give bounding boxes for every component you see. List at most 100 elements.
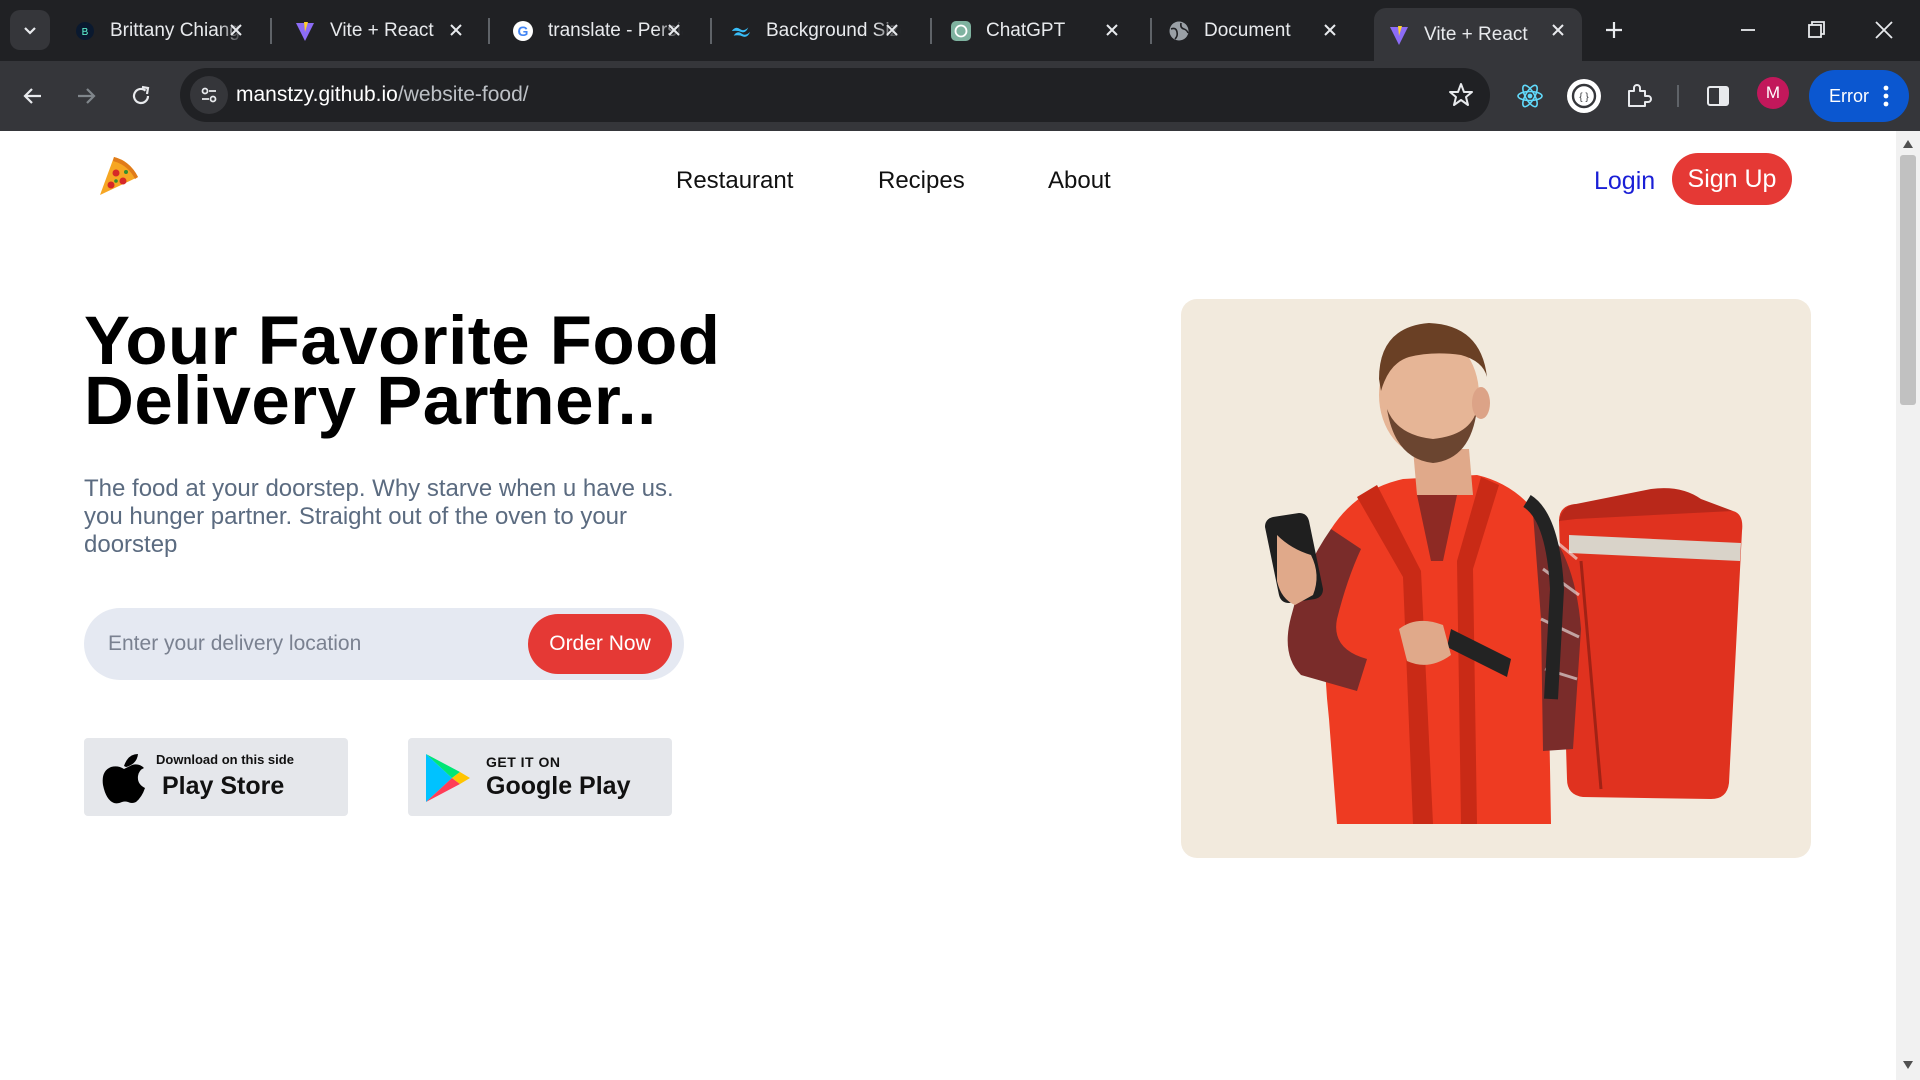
tab-5[interactable]: ChatGPT bbox=[936, 8, 1136, 54]
new-tab-plus-icon[interactable] bbox=[1598, 14, 1630, 46]
apple-store-caption: Download on this side bbox=[156, 752, 294, 767]
subtext-line-1: The food at your doorstep. Why starve wh… bbox=[84, 475, 674, 502]
hero-headline: Your Favorite Food Delivery Partner.. bbox=[84, 306, 844, 435]
reload-button[interactable] bbox=[121, 76, 161, 116]
forward-button[interactable] bbox=[66, 76, 106, 116]
restore-icon[interactable] bbox=[1800, 14, 1832, 46]
svg-text:B: B bbox=[82, 27, 89, 38]
side-panel-button[interactable] bbox=[1700, 78, 1736, 114]
window-close-icon[interactable] bbox=[1868, 14, 1900, 46]
tab-2-label: Vite + React bbox=[330, 20, 434, 41]
page-viewport: Restaurant Recipes About Login Sign Up Y… bbox=[0, 131, 1920, 1080]
apple-store-title: Play Store bbox=[162, 772, 285, 800]
tab-3-label: translate - Persian bbox=[548, 20, 683, 41]
scroll-up-arrow-icon[interactable] bbox=[1902, 139, 1914, 149]
nav-link-about[interactable]: About bbox=[1048, 167, 1111, 195]
forward-arrow-icon bbox=[78, 88, 96, 104]
tab-7-label: Vite + React bbox=[1424, 23, 1528, 45]
minimize-icon[interactable] bbox=[1732, 14, 1764, 46]
bookmark-star-icon[interactable] bbox=[1446, 80, 1476, 110]
headline-line-2: Delivery Partner.. bbox=[84, 362, 657, 439]
extension-circle[interactable]: { } bbox=[1566, 78, 1602, 114]
url-path: /website-food/ bbox=[397, 83, 529, 106]
extensions-button[interactable] bbox=[1620, 78, 1656, 114]
delivery-search-bar: Order Now bbox=[84, 608, 684, 680]
vite-icon bbox=[1388, 24, 1410, 46]
address-bar[interactable]: manstzy.github.io/website-food/ bbox=[180, 68, 1490, 122]
url-host: manstzy.github.io bbox=[236, 83, 398, 106]
hero-subtext: The food at your doorstep. Why starve wh… bbox=[84, 475, 704, 559]
tab-separator bbox=[930, 18, 932, 44]
close-icon[interactable] bbox=[1102, 20, 1122, 40]
back-arrow-icon bbox=[23, 88, 41, 104]
google-play-button[interactable]: GET IT ON Google Play bbox=[408, 738, 672, 816]
login-link[interactable]: Login bbox=[1594, 167, 1655, 196]
site-info-button[interactable] bbox=[190, 76, 228, 114]
signup-button[interactable]: Sign Up bbox=[1672, 153, 1792, 205]
tab-6-label: Document bbox=[1204, 20, 1291, 41]
back-button[interactable] bbox=[13, 76, 53, 116]
reload-icon bbox=[132, 85, 150, 105]
error-menu-button[interactable]: Error bbox=[1809, 70, 1909, 122]
tab-separator bbox=[488, 18, 490, 44]
url-text[interactable]: manstzy.github.io/website-food/ bbox=[236, 83, 529, 107]
page-scrollbar[interactable] bbox=[1896, 131, 1920, 1080]
tab-separator bbox=[270, 18, 272, 44]
close-icon[interactable] bbox=[226, 20, 246, 40]
google-play-icon bbox=[426, 754, 470, 802]
google-play-title: Google Play bbox=[486, 772, 631, 800]
tab-4[interactable]: Background Size bbox=[716, 8, 916, 54]
tab-separator bbox=[710, 18, 712, 44]
browser-toolbar: manstzy.github.io/website-food/ { } M Er… bbox=[0, 61, 1920, 131]
vite-icon bbox=[294, 20, 316, 42]
tab-1[interactable]: B Brittany Chiang bbox=[60, 8, 260, 54]
tab-separator bbox=[1150, 18, 1152, 44]
nav-link-recipes[interactable]: Recipes bbox=[878, 167, 965, 195]
close-icon[interactable] bbox=[664, 20, 684, 40]
hero-image-card bbox=[1181, 299, 1811, 858]
tab-2[interactable]: Vite + React bbox=[280, 8, 480, 54]
toolbar-separator bbox=[1677, 85, 1679, 107]
delivery-man-image bbox=[1265, 323, 1743, 824]
tab-1-label: Brittany Chiang bbox=[110, 20, 240, 41]
tune-icon bbox=[201, 87, 217, 103]
chatgpt-icon bbox=[950, 20, 972, 42]
close-icon[interactable] bbox=[1548, 20, 1568, 40]
tab-search-button[interactable] bbox=[10, 10, 50, 50]
scroll-down-arrow-icon[interactable] bbox=[1902, 1060, 1914, 1070]
puzzle-icon bbox=[1628, 84, 1652, 107]
more-vert-icon bbox=[1883, 85, 1889, 107]
close-icon[interactable] bbox=[882, 20, 902, 40]
scrollbar-thumb[interactable] bbox=[1900, 155, 1916, 405]
chevron-down-icon bbox=[24, 27, 36, 35]
browser-tab-bar: B Brittany Chiang Vite + React G transla… bbox=[0, 0, 1920, 61]
tab-6[interactable]: Document bbox=[1154, 8, 1354, 54]
tab-4-label: Background Size bbox=[766, 20, 901, 41]
close-icon[interactable] bbox=[1320, 20, 1340, 40]
globe-icon bbox=[1168, 20, 1190, 42]
tailwind-icon bbox=[730, 20, 752, 42]
order-now-button[interactable]: Order Now bbox=[528, 614, 672, 674]
tab-3[interactable]: G translate - Persian bbox=[498, 8, 698, 54]
b-favicon-icon: B bbox=[74, 20, 96, 42]
google-play-caption: GET IT ON bbox=[486, 754, 561, 770]
svg-text:{ }: { } bbox=[1579, 92, 1589, 103]
tab-7-active[interactable]: Vite + React bbox=[1374, 8, 1582, 61]
google-icon: G bbox=[512, 20, 534, 42]
extension-logo-icon: { } bbox=[1567, 79, 1601, 113]
apple-store-button[interactable]: Download on this side Play Store bbox=[84, 738, 348, 816]
nav-link-restaurant[interactable]: Restaurant bbox=[676, 167, 793, 195]
pizza-logo-icon[interactable] bbox=[96, 151, 142, 199]
subtext-line-3: doorstep bbox=[84, 531, 178, 558]
subtext-line-2: you hunger partner. Straight out of the … bbox=[84, 503, 628, 530]
close-icon[interactable] bbox=[446, 20, 466, 40]
profile-avatar[interactable]: M bbox=[1757, 77, 1789, 109]
error-label: Error bbox=[1829, 85, 1869, 106]
delivery-location-input[interactable] bbox=[108, 630, 508, 658]
apple-icon bbox=[102, 754, 145, 804]
side-panel-icon bbox=[1707, 86, 1729, 106]
tab-5-label: ChatGPT bbox=[986, 20, 1066, 41]
react-icon bbox=[1517, 84, 1543, 108]
react-devtools-extension[interactable] bbox=[1512, 78, 1548, 114]
svg-text:G: G bbox=[518, 23, 529, 39]
